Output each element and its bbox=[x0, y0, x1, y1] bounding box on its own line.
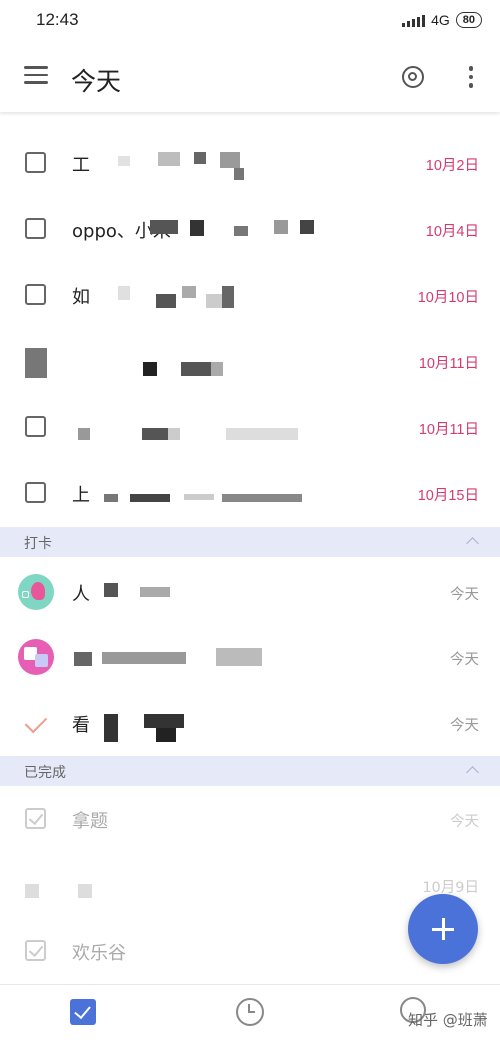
translate-avatar-icon bbox=[18, 639, 54, 675]
task-row[interactable]: 工 10月2日 bbox=[0, 130, 500, 196]
checked-box-icon[interactable] bbox=[25, 940, 46, 961]
checkbox-icon[interactable] bbox=[70, 999, 96, 1025]
done-title: 拿题 bbox=[72, 811, 108, 832]
habit-title: 看 bbox=[72, 715, 90, 736]
more-vert-icon[interactable] bbox=[467, 66, 475, 90]
done-status: 10月9日 bbox=[422, 880, 479, 896]
task-date: 10月11日 bbox=[418, 356, 479, 372]
habit-status: 今天 bbox=[450, 587, 479, 603]
hamburger-menu-icon[interactable] bbox=[24, 66, 48, 88]
add-task-button[interactable] bbox=[408, 894, 478, 964]
habit-row[interactable]: 看 今天 bbox=[0, 690, 500, 756]
watermark: 知乎 @班萧 bbox=[408, 1011, 488, 1029]
section-label: 已完成 bbox=[24, 765, 66, 781]
done-status: 今天 bbox=[450, 814, 479, 830]
habit-status: 今天 bbox=[450, 718, 479, 734]
task-row[interactable]: 如 10月10日 bbox=[0, 262, 500, 328]
check-mark-icon bbox=[24, 710, 48, 734]
done-row[interactable]: 拿题 今天 bbox=[0, 786, 500, 852]
network-type: 4G bbox=[431, 12, 450, 28]
task-date: 10月2日 bbox=[425, 158, 479, 174]
checkbox[interactable] bbox=[25, 416, 46, 437]
battery-icon: 80 bbox=[455, 12, 482, 28]
page-title: 今天 bbox=[71, 67, 122, 96]
habit-status: 今天 bbox=[450, 652, 479, 668]
status-right: 4G 80 bbox=[402, 12, 482, 28]
checkbox[interactable] bbox=[25, 284, 46, 305]
task-date: 10月10日 bbox=[417, 290, 479, 306]
task-row[interactable]: oppo、小米 10月4日 bbox=[0, 196, 500, 262]
clock-icon[interactable] bbox=[236, 998, 264, 1026]
chevron-up-icon[interactable] bbox=[466, 537, 479, 550]
task-row[interactable]: 10月11日 bbox=[0, 394, 500, 460]
checkbox[interactable] bbox=[25, 218, 46, 239]
task-date: 10月15日 bbox=[417, 488, 479, 504]
checkbox[interactable] bbox=[25, 482, 46, 503]
status-time: 12:43 bbox=[36, 10, 79, 29]
head-avatar-icon bbox=[18, 574, 54, 610]
signal-icon bbox=[402, 14, 426, 27]
task-date: 10月4日 bbox=[425, 224, 479, 240]
done-title: 欢乐谷 bbox=[72, 943, 126, 964]
habit-row[interactable]: 今天 bbox=[0, 624, 500, 690]
task-row[interactable]: 10月11日 bbox=[0, 328, 500, 394]
habit-row[interactable]: 人 今天 bbox=[0, 559, 500, 625]
checkbox[interactable] bbox=[25, 152, 46, 173]
app-bar: 今天 bbox=[0, 42, 500, 112]
task-title: 工 bbox=[72, 155, 90, 176]
chevron-up-icon[interactable] bbox=[466, 766, 479, 779]
task-date: 10月11日 bbox=[418, 422, 479, 438]
checked-box-icon[interactable] bbox=[25, 808, 46, 829]
bottom-nav: 知乎 @班萧 bbox=[0, 984, 500, 1040]
done-section-header[interactable]: 已完成 bbox=[0, 756, 500, 786]
task-title: 上 bbox=[72, 485, 90, 506]
task-row[interactable]: 上 10月15日 bbox=[0, 460, 500, 526]
task-title: 如 bbox=[72, 287, 90, 308]
habit-section-header[interactable]: 打卡 bbox=[0, 527, 500, 557]
habit-title: 人 bbox=[72, 584, 90, 605]
section-label: 打卡 bbox=[24, 536, 52, 552]
target-icon[interactable] bbox=[402, 66, 424, 88]
status-bar: 12:43 4G 80 bbox=[0, 0, 500, 42]
